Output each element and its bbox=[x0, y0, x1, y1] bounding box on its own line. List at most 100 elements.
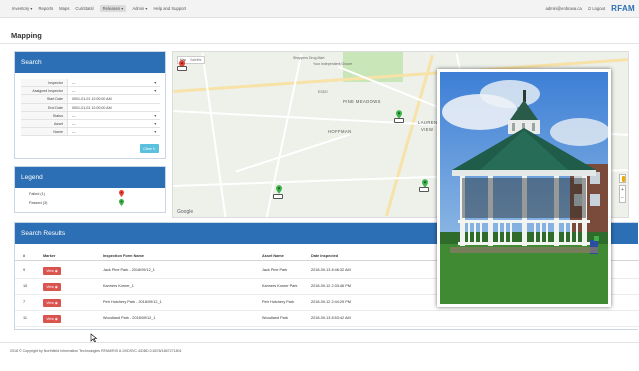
status-select[interactable]: --- ▼ bbox=[68, 112, 160, 119]
menu-maps[interactable]: Maps bbox=[59, 6, 69, 12]
eye-icon: ◉ bbox=[54, 301, 58, 305]
end-date-input[interactable]: 0001-01-01 12:00:00 AM bbox=[68, 104, 160, 111]
clear-label: Clear bbox=[143, 146, 152, 151]
map-asset-icon bbox=[419, 187, 429, 192]
view-label: View bbox=[46, 285, 54, 289]
field-end-date: End Date 0001-01-01 12:00:00 AM bbox=[21, 103, 160, 112]
user-email-link[interactable]: admin@enbrava.ca bbox=[545, 6, 581, 11]
view-label: View bbox=[46, 269, 54, 273]
menu-admin[interactable]: Admin ▾ bbox=[132, 6, 147, 12]
view-button[interactable]: View ◉ bbox=[43, 299, 61, 307]
logout-link[interactable]: ⏻ Logout bbox=[588, 6, 605, 11]
google-logo: Google bbox=[177, 209, 194, 215]
field-label: Name bbox=[21, 128, 68, 136]
brand-logo[interactable]: RFAM bbox=[611, 4, 635, 13]
assigned-inspector-select[interactable]: --- ▼ bbox=[68, 87, 160, 94]
map-asset-icon bbox=[177, 66, 187, 71]
zoom-out-icon[interactable]: − bbox=[620, 194, 625, 202]
view-button[interactable]: View ◉ bbox=[43, 315, 61, 323]
eye-icon: ◉ bbox=[54, 285, 58, 289]
map-asset-icon bbox=[273, 194, 283, 199]
field-name: Name --- ▼ bbox=[21, 128, 160, 137]
legend-failed-label: Failed (1) bbox=[29, 192, 46, 196]
legend-panel-title: Legend bbox=[15, 167, 165, 188]
caret-down-icon: ▼ bbox=[153, 113, 157, 118]
row-id: 7 bbox=[23, 300, 26, 304]
map-type-satellite[interactable]: Satellite bbox=[188, 57, 203, 63]
menu-inventory[interactable]: Inventory ▾ bbox=[12, 6, 33, 12]
col-header-form: Inspection Form Name bbox=[103, 254, 144, 258]
field-assigned-inspector: Assigned Inspector --- ▼ bbox=[21, 87, 160, 96]
legend-passed-label: Passed (3) bbox=[29, 201, 48, 205]
row-form-name: Jack Pine Park - 2018/09/12_1 bbox=[103, 268, 155, 272]
map-road bbox=[265, 53, 303, 217]
view-label: View bbox=[46, 317, 54, 321]
footer-copyright: 2018 © Copyright by Northfield Informati… bbox=[10, 349, 182, 353]
view-button[interactable]: View ◉ bbox=[43, 267, 61, 275]
title-divider bbox=[0, 43, 639, 44]
view-label: View bbox=[46, 301, 54, 305]
row-asset-name: Woodland Park bbox=[262, 316, 288, 320]
legend-panel: Legend Failed (1) Passed (3) bbox=[14, 166, 166, 213]
field-label: Assigned Inspector bbox=[21, 87, 68, 95]
map-area-label: VIEW bbox=[421, 127, 434, 132]
row-form-name: Petr Hutchery Park - 2018/09/12_1 bbox=[103, 300, 162, 304]
menu-curistats[interactable]: CuriStatsl bbox=[75, 6, 93, 12]
row-id: 9 bbox=[23, 268, 26, 272]
field-label: End Date bbox=[21, 103, 68, 111]
col-header-date: Date Inspected bbox=[311, 254, 339, 258]
search-panel: Search Inspector --- ▼ Assigned Inspector… bbox=[14, 51, 166, 159]
footer-divider bbox=[0, 342, 639, 343]
top-navbar: Inventory ▾ Reports Maps CuriStatsl Rele… bbox=[0, 0, 639, 18]
row-asset-name: Kanners Korner Park bbox=[262, 284, 298, 288]
street-view-control[interactable] bbox=[619, 174, 626, 183]
asset-select[interactable]: --- ▼ bbox=[68, 120, 160, 127]
caret-down-icon: ▼ bbox=[153, 130, 157, 135]
row-date: 2018-09-12 2:44:29 PM bbox=[311, 300, 351, 304]
main-menu: Inventory ▾ Reports Maps CuriStatsl Rele… bbox=[12, 5, 186, 12]
map-road bbox=[235, 133, 351, 173]
inspector-select[interactable]: --- ▼ bbox=[68, 79, 160, 86]
field-inspector: Inspector --- ▼ bbox=[21, 79, 160, 88]
name-select[interactable]: --- ▼ bbox=[68, 128, 160, 135]
field-value: --- bbox=[72, 81, 76, 85]
zoom-control[interactable]: + − bbox=[619, 185, 626, 203]
field-label: Start Date bbox=[21, 95, 68, 103]
row-asset-name: Petr Hutchery Park bbox=[262, 300, 295, 304]
logout-label: Logout bbox=[592, 6, 606, 11]
field-status: Status --- ▼ bbox=[21, 111, 160, 120]
caret-down-icon: ▼ bbox=[153, 89, 157, 94]
map-poi-label: ESSO bbox=[318, 90, 328, 94]
field-value: --- bbox=[72, 89, 76, 94]
search-form: Inspector --- ▼ Assigned Inspector --- ▼ S… bbox=[21, 79, 160, 137]
col-header-asset: Asset Name bbox=[262, 254, 284, 258]
nav-right: admin@enbrava.ca ⏻ Logout RFAM bbox=[545, 4, 635, 13]
map-area-label: PINE MEADOWS bbox=[343, 99, 381, 104]
start-date-input[interactable]: 0001-01-01 12:00:00 AM bbox=[68, 95, 160, 102]
row-date: 2018-09-12 2:33:46 PM bbox=[311, 284, 351, 288]
menu-reports[interactable]: Reports bbox=[39, 6, 54, 12]
eye-icon: ◉ bbox=[54, 269, 58, 273]
field-value: --- bbox=[72, 130, 76, 135]
power-icon: ⏻ bbox=[587, 6, 592, 11]
failed-marker-icon bbox=[119, 190, 124, 197]
map-marker-passed[interactable] bbox=[276, 185, 282, 194]
view-button[interactable]: View ◉ bbox=[43, 283, 61, 291]
row-id: 11 bbox=[23, 316, 27, 320]
col-header-id: # bbox=[23, 254, 26, 258]
field-label: Asset bbox=[21, 119, 68, 128]
field-start-date: Start Date 0001-01-01 12:00:00 AM bbox=[21, 95, 160, 104]
zoom-in-icon[interactable]: + bbox=[620, 186, 625, 194]
asset-photo[interactable] bbox=[437, 69, 611, 307]
menu-help-support[interactable]: Help and Support bbox=[153, 6, 186, 12]
eye-icon: ◉ bbox=[54, 317, 58, 321]
menu-releases[interactable]: Releases ▾ bbox=[99, 5, 127, 12]
page-title: Mapping bbox=[11, 31, 42, 40]
caret-down-icon: ▼ bbox=[153, 81, 157, 85]
clear-button[interactable]: Clear ↻ bbox=[140, 144, 159, 153]
map-area-label: HOFFMAN bbox=[328, 129, 352, 134]
field-value: --- bbox=[72, 121, 76, 126]
field-label: Status bbox=[21, 111, 68, 119]
passed-marker-icon bbox=[119, 199, 124, 206]
map-road bbox=[201, 52, 227, 217]
